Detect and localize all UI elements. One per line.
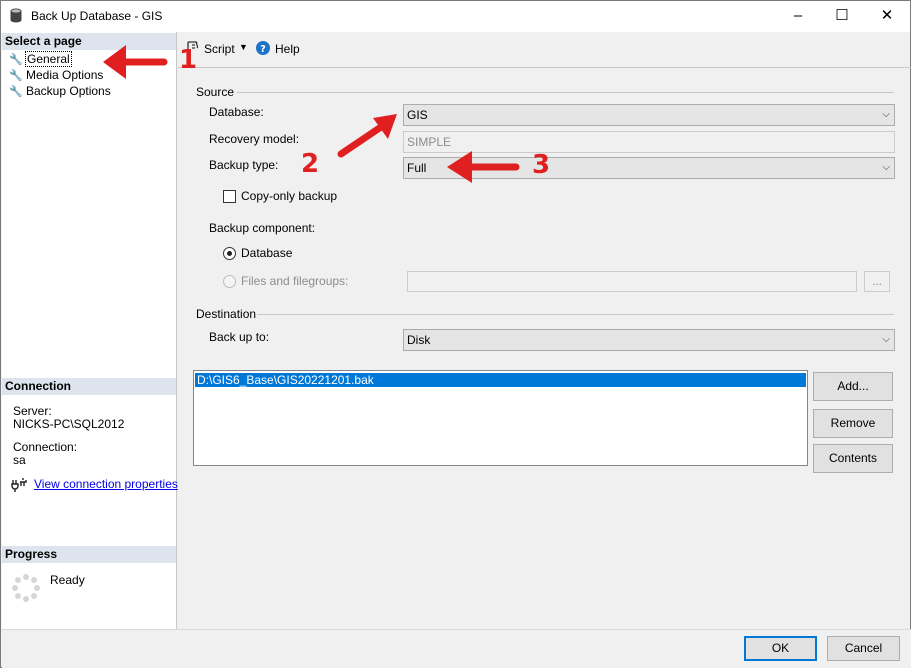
arrow-2-icon [337, 114, 397, 158]
annotation-marker-1: 1 [179, 45, 198, 75]
annotation-marker-3: 3 [532, 150, 551, 180]
arrow-3-icon [447, 151, 520, 183]
backup-database-dialog: Back Up Database - GIS – ☐ ✕ Select a pa… [0, 0, 911, 668]
arrow-1-icon [103, 45, 168, 79]
annotation-overlay [103, 45, 520, 183]
annotation-marker-2: 2 [301, 149, 320, 179]
